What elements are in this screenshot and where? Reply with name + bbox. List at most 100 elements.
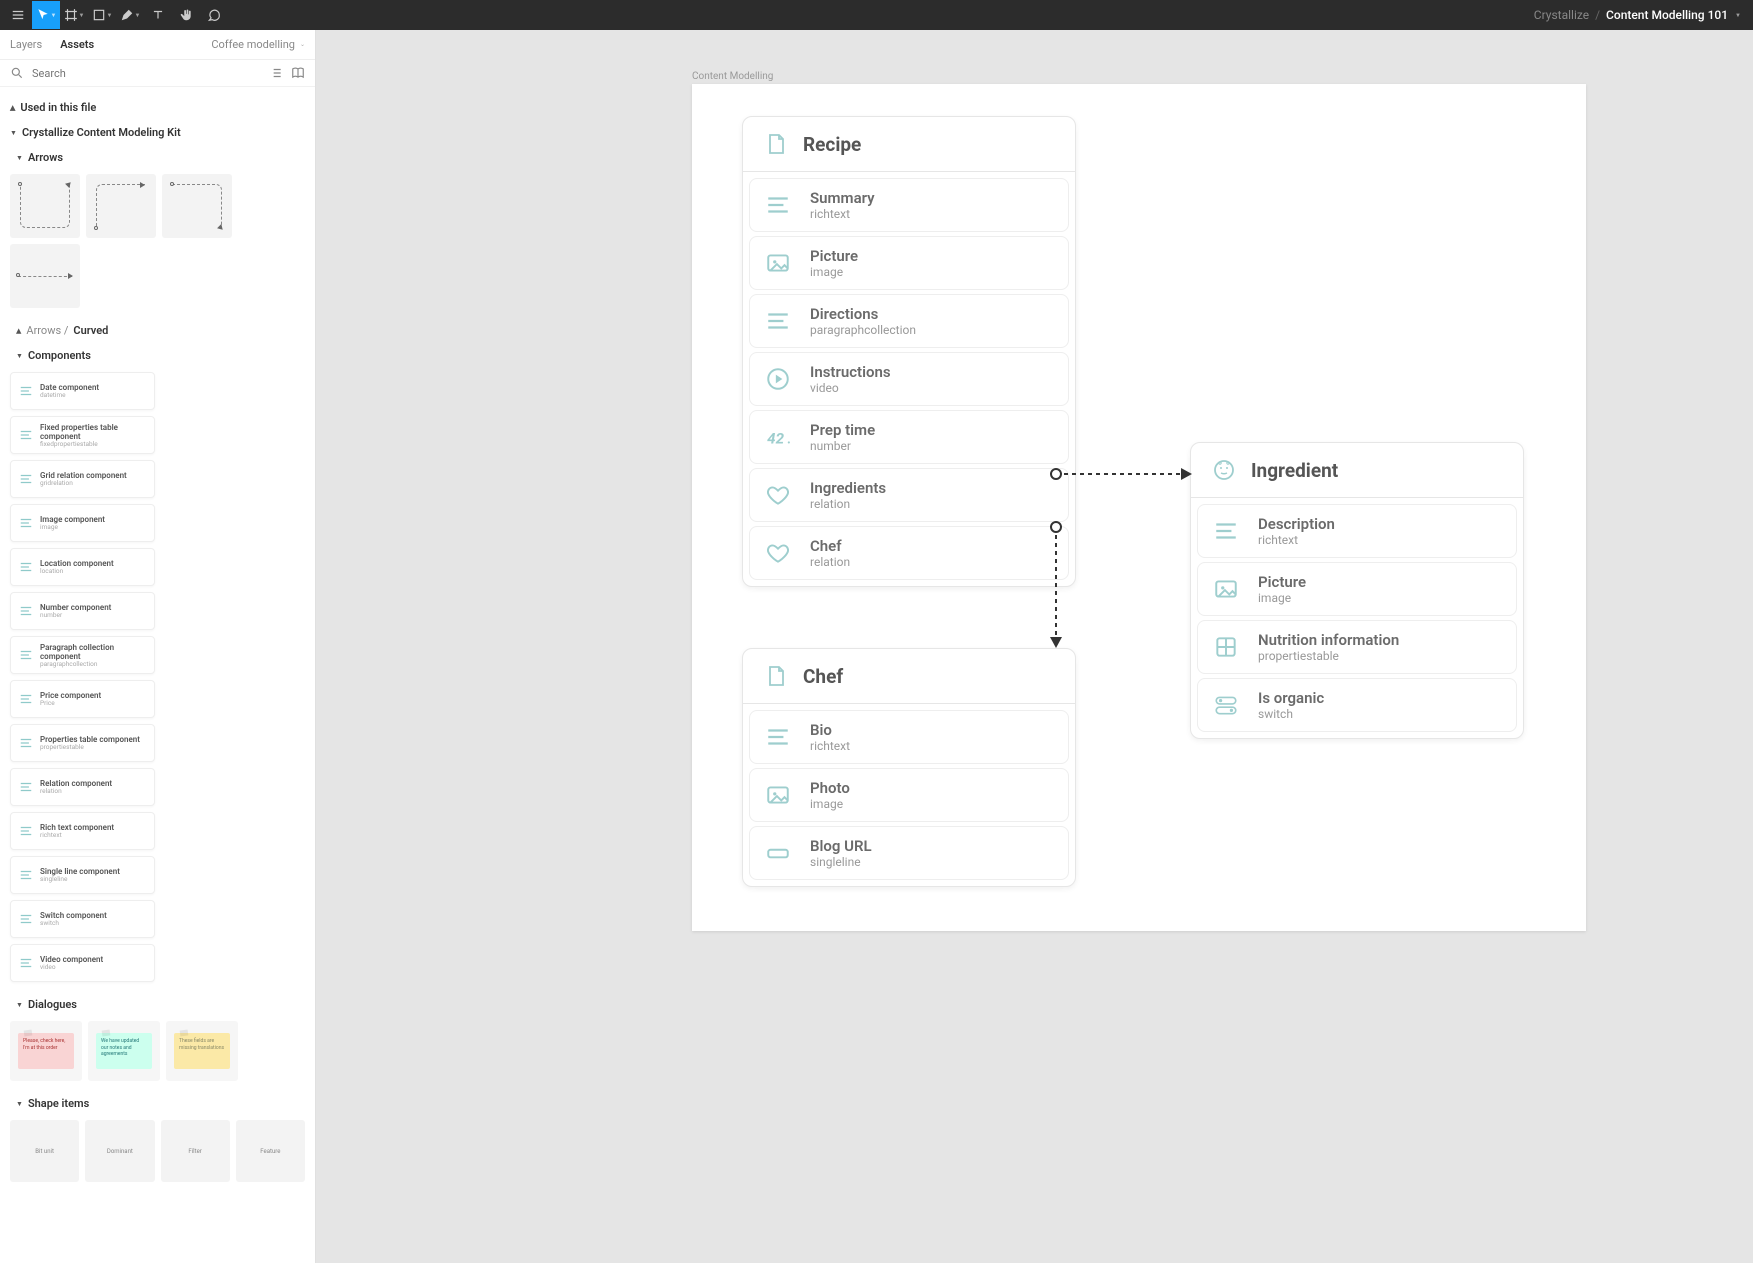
chevron-down-icon: ▼ [16,154,23,162]
component-icon [19,868,33,882]
component-field[interactable]: Picture image [749,236,1069,290]
page-selector[interactable]: Coffee modelling ⌄ [211,38,305,51]
richtext-icon [764,307,792,335]
shape-recipe[interactable]: Recipe Summary richtext Picture image Di… [742,116,1076,587]
chevron-down-icon: ⌄ [300,41,305,48]
component-asset[interactable]: Single line component singleline [10,856,155,894]
top-toolbar: ▼ ▼ ▼ ▼ Crystallize / Content Modelling … [0,0,1753,30]
arrow-asset[interactable] [162,174,232,238]
tab-assets[interactable]: Assets [60,38,94,51]
field-type: richtext [810,739,850,753]
arrow-asset[interactable] [10,244,80,308]
component-asset[interactable]: Grid relation component gridrelation [10,460,155,498]
shape-tool[interactable]: ▼ [88,1,116,29]
component-asset[interactable]: Image component image [10,504,155,542]
component-field[interactable]: Prep time number [749,410,1069,464]
main-menu-button[interactable] [4,1,32,29]
breadcrumb-file[interactable]: Content Modelling 101 [1606,8,1728,22]
component-field[interactable]: Bio richtext [749,710,1069,764]
chevron-right-icon: ▶ [9,105,17,110]
move-tool[interactable]: ▼ [32,1,60,29]
arrow-asset[interactable] [86,174,156,238]
component-field[interactable]: Summary richtext [749,178,1069,232]
field-name: Summary [810,189,875,207]
component-field[interactable]: Chef relation [749,526,1069,580]
component-field[interactable]: Blog URL singleline [749,826,1069,880]
library-button[interactable] [291,66,305,80]
number-icon [764,423,792,451]
image-icon [764,781,792,809]
section-dialogues[interactable]: ▼ Dialogues [10,992,305,1017]
text-tool[interactable] [144,1,172,29]
chevron-down-icon[interactable]: ▼ [1735,12,1741,19]
properties-icon [1212,633,1240,661]
section-shapes[interactable]: ▼ Shape items [10,1091,305,1116]
component-asset[interactable]: Price component Price [10,680,155,718]
richtext-icon [764,723,792,751]
component-asset[interactable]: Relation component relation [10,768,155,806]
shape-asset[interactable]: Feature [236,1120,305,1182]
tab-layers[interactable]: Layers [10,38,42,51]
sidebar-tabs: Layers Assets Coffee modelling ⌄ [0,30,315,60]
shape-asset[interactable]: Filter [161,1120,230,1182]
switch-icon [1212,691,1240,719]
component-field[interactable]: Picture image [1197,562,1517,616]
shape-asset[interactable]: Bit unit [10,1120,79,1182]
component-icon [19,692,33,706]
section-arrows[interactable]: ▼ Arrows [10,145,305,170]
frame-label[interactable]: Content Modelling [692,71,773,82]
component-field[interactable]: Directions paragraphcollection [749,294,1069,348]
frame-tool[interactable]: ▼ [60,1,88,29]
section-kit[interactable]: ▼ Crystallize Content Modeling Kit [10,120,305,145]
shape-chef[interactable]: Chef Bio richtext Photo image Blog URL s… [742,648,1076,887]
list-view-toggle[interactable] [269,66,283,80]
shape-label: Dominant [107,1148,133,1155]
component-asset[interactable]: Location component location [10,548,155,586]
component-field[interactable]: Ingredients relation [749,468,1069,522]
section-used-in-file[interactable]: ▶ Used in this file [10,95,305,120]
component-asset[interactable]: Properties table component propertiestab… [10,724,155,762]
component-asset[interactable]: Fixed properties table component fixedpr… [10,416,155,454]
dialogue-asset[interactable]: We have updated our notes and agreements [88,1021,160,1081]
canvas[interactable]: Content Modelling Recipe Summary richtex… [316,30,1753,1263]
comment-tool[interactable] [200,1,228,29]
component-field[interactable]: Is organic switch [1197,678,1517,732]
dialogue-asset[interactable]: These fields are missing translations [166,1021,238,1081]
component-asset[interactable]: Switch component switch [10,900,155,938]
component-asset[interactable]: Date component datetime [10,372,155,410]
singleline-icon [764,839,792,867]
section-components[interactable]: ▼ Components [10,343,305,368]
chevron-down-icon: ▼ [16,352,23,360]
component-asset[interactable]: Number component number [10,592,155,630]
component-field[interactable]: Photo image [749,768,1069,822]
asset-search-input[interactable] [32,67,261,80]
hand-tool[interactable] [172,1,200,29]
dialogue-asset[interactable]: Please, check here, I'm at this order [10,1021,82,1081]
shape-asset[interactable]: Dominant [85,1120,154,1182]
component-subtitle: video [40,964,103,971]
frame-content-modelling[interactable]: Recipe Summary richtext Picture image Di… [692,84,1586,931]
field-name: Instructions [810,363,891,381]
component-asset[interactable]: Rich text component richtext [10,812,155,850]
section-arrows-curved[interactable]: ▶ Arrows / Curved [10,318,305,343]
arrow-asset[interactable] [10,174,80,238]
component-field[interactable]: Description richtext [1197,504,1517,558]
file-breadcrumbs[interactable]: Crystallize / Content Modelling 101 ▼ [1534,8,1749,22]
component-subtitle: richtext [40,832,114,839]
shape-label: Bit unit [35,1148,54,1155]
component-field[interactable]: Instructions video [749,352,1069,406]
field-name: Bio [810,721,850,739]
component-icon [19,780,33,794]
shape-ingredient[interactable]: Ingredient Description richtext Picture … [1190,442,1524,739]
component-asset[interactable]: Video component video [10,944,155,982]
search-icon [10,66,24,80]
relation-icon [764,481,792,509]
component-asset[interactable]: Paragraph collection component paragraph… [10,636,155,674]
field-type: richtext [810,207,875,221]
card-title: Chef [803,665,843,688]
component-field[interactable]: Nutrition information propertiestable [1197,620,1517,674]
breadcrumb-org[interactable]: Crystallize [1534,8,1589,22]
component-subtitle: location [40,568,114,575]
field-type: image [810,265,858,279]
pen-tool[interactable]: ▼ [116,1,144,29]
